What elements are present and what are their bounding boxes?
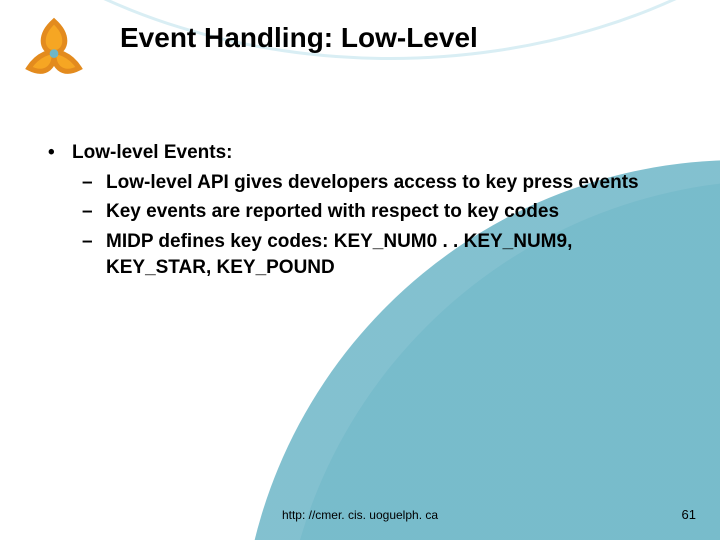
slide-title: Event Handling: Low-Level [120,22,478,54]
trillium-logo-icon [18,14,90,86]
slide: Event Handling: Low-Level • Low-level Ev… [0,0,720,540]
dash-marker: – [82,199,106,225]
page-number: 61 [682,507,696,522]
bullet-text: Low-level API gives developers access to… [106,170,672,196]
bullet-text: Key events are reported with respect to … [106,199,672,225]
footer-url: http: //cmer. cis. uoguelph. ca [0,508,720,522]
bullet-text: Low-level Events: [72,140,233,166]
bullet-level2: – Low-level API gives developers access … [82,170,672,196]
bullet-level2: – MIDP defines key codes: KEY_NUM0 . . K… [82,229,672,280]
bullet-level2: – Key events are reported with respect t… [82,199,672,225]
dash-marker: – [82,229,106,280]
content-block: • Low-level Events: – Low-level API give… [48,140,672,284]
dash-marker: – [82,170,106,196]
bullet-marker: • [48,140,72,166]
bullet-text: MIDP defines key codes: KEY_NUM0 . . KEY… [106,229,672,280]
bullet-level1: • Low-level Events: [48,140,672,166]
